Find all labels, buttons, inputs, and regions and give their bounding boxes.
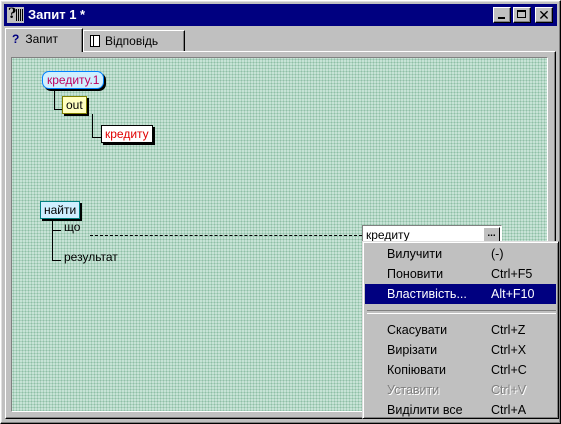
tab-answer-label: Відповідь: [105, 34, 159, 48]
menu-item-shortcut: Ctrl+V: [491, 383, 527, 397]
menu-item-paste: Уставити Ctrl+V: [365, 380, 556, 400]
node-find[interactable]: найти: [40, 201, 81, 219]
connector-line: [92, 114, 93, 137]
connector-line: [52, 219, 53, 260]
menu-item-cut[interactable]: Вирізати Ctrl+X: [365, 340, 556, 360]
context-menu: Вилучити (-) Поновити Ctrl+F5 Властивіст…: [362, 241, 559, 419]
menu-item-delete[interactable]: Вилучити (-): [365, 244, 556, 264]
question-icon: ?: [12, 32, 20, 46]
menu-item-shortcut: (-): [491, 247, 504, 261]
close-button[interactable]: ✕: [535, 7, 553, 23]
document-icon: [90, 35, 100, 47]
app-icon[interactable]: ?: [7, 6, 24, 23]
connector-line: [52, 260, 61, 261]
window-title: Запит 1 *: [28, 7, 86, 22]
app-window: ? Запит 1 * ✕ ? Запит Відповідь кредиту.1…: [0, 0, 561, 424]
menu-item-label: Поновити: [387, 267, 444, 281]
label-what[interactable]: що: [64, 220, 80, 234]
menu-item-shortcut: Alt+F10: [491, 287, 535, 301]
menu-item-label: Вилучити: [387, 247, 443, 261]
menu-item-shortcut: Ctrl+F5: [491, 267, 533, 281]
node-kredytu-1[interactable]: кредиту.1: [42, 71, 105, 89]
menu-item-label: Уставити: [387, 383, 440, 397]
menu-item-label: Виділити все: [387, 403, 463, 417]
menu-item-label: Скасувати: [387, 323, 448, 337]
label-result[interactable]: результат: [64, 250, 118, 264]
connector-line: [92, 137, 101, 138]
tab-query[interactable]: ? Запит: [5, 28, 83, 52]
title-bar[interactable]: ? Запит 1 * ✕: [4, 4, 557, 26]
connector-line: [54, 89, 55, 109]
menu-item-label: Вирізати: [387, 343, 438, 357]
menu-item-label: Властивість...: [387, 287, 467, 301]
menu-item-shortcut: Ctrl+X: [491, 343, 527, 357]
maximize-icon: [514, 8, 530, 22]
connector-line: [52, 230, 61, 231]
menu-item-select-all[interactable]: Виділити все Ctrl+A: [365, 400, 556, 420]
menu-separator: [367, 310, 556, 314]
node-out[interactable]: out: [62, 96, 87, 114]
menu-item-shortcut: Ctrl+C: [491, 363, 527, 377]
combo-value: кредиту: [366, 228, 410, 242]
minimize-icon: [494, 8, 510, 22]
node-kredytu[interactable]: кредиту: [101, 125, 153, 143]
menu-item-shortcut: Ctrl+Z: [491, 323, 526, 337]
maximize-button[interactable]: [513, 7, 531, 23]
connector-line: [54, 109, 62, 110]
minimize-button[interactable]: [493, 7, 511, 23]
menu-item-undo[interactable]: Скасувати Ctrl+Z: [365, 320, 556, 340]
tab-query-label: Запит: [25, 32, 58, 46]
close-icon: ✕: [538, 7, 550, 23]
menu-item-shortcut: Ctrl+A: [491, 403, 527, 417]
menu-item-copy[interactable]: Копіювати Ctrl+C: [365, 360, 556, 380]
menu-item-refresh[interactable]: Поновити Ctrl+F5: [365, 264, 556, 284]
menu-item-label: Копіювати: [387, 363, 447, 377]
link-dotted-line: [90, 235, 362, 236]
menu-item-properties[interactable]: Властивість... Alt+F10: [365, 284, 556, 304]
tab-answer[interactable]: Відповідь: [83, 30, 185, 51]
